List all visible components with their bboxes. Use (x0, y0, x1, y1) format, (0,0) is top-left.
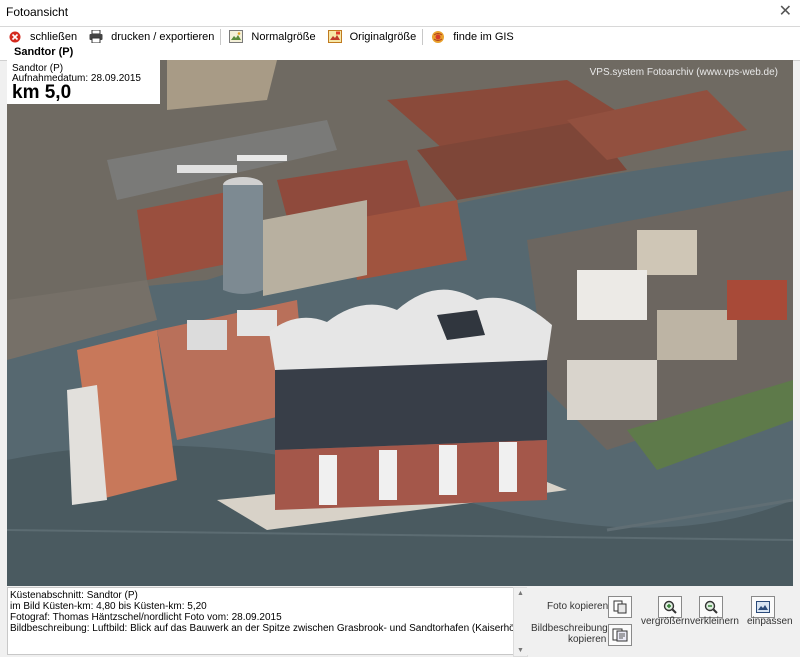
printer-icon (89, 30, 103, 44)
photo-description-box[interactable]: Küstenabschnitt: Sandtor (P) im Bild Küs… (7, 587, 526, 655)
close-label: schließen (30, 30, 78, 43)
normal-size-button[interactable]: Normalgröße (221, 27, 319, 46)
original-size-icon (327, 30, 342, 44)
copy-description-icon (612, 628, 628, 642)
copy-photo-label: Foto kopieren (547, 601, 609, 612)
overlay-km: km 5,0 (12, 82, 72, 103)
close-icon (8, 30, 22, 44)
find-in-gis-button[interactable]: finde im GIS (423, 27, 518, 46)
gis-label: finde im GIS (453, 30, 514, 43)
info-line-description: Bildbeschreibung: Luftbild: Blick auf da… (10, 623, 527, 634)
copy-photo-button[interactable] (608, 596, 632, 618)
zoom-out-label: verkleinern (690, 616, 739, 627)
zoom-out-icon (704, 600, 718, 614)
fit-icon (756, 601, 770, 613)
window-title: Fotoansicht (6, 5, 69, 19)
original-size-label: Originalgröße (349, 30, 417, 43)
info-line-section: Küstenabschnitt: Sandtor (P) (10, 590, 138, 601)
aerial-photo[interactable] (7, 60, 793, 586)
normal-size-label: Normalgröße (251, 30, 316, 43)
info-line-photographer: Fotograf: Thomas Häntzschel/nordlicht Fo… (10, 612, 282, 623)
info-line-km: im Bild Küsten-km: 4,80 bis Küsten-km: 5… (10, 601, 207, 612)
action-panel: Foto kopieren Bildbeschreibung kopieren … (527, 587, 793, 655)
copy-description-label-2: kopieren (568, 634, 607, 645)
fit-button[interactable] (751, 596, 775, 618)
location-bar: Sandtor (P) (0, 46, 800, 61)
copy-description-button[interactable] (608, 624, 632, 646)
gis-icon (431, 30, 445, 44)
aerial-photo-drawing (7, 60, 793, 586)
copy-photo-icon (613, 600, 627, 614)
window-titlebar: Fotoansicht ✕ (0, 0, 800, 27)
scroll-up-icon[interactable]: ▲ (517, 590, 524, 597)
copy-description-label-1: Bildbeschreibung (531, 623, 608, 634)
fit-label: einpassen (747, 616, 793, 627)
print-label: drucken / exportieren (111, 30, 215, 43)
close-button[interactable]: schließen (0, 27, 81, 46)
original-size-button[interactable]: Originalgröße (320, 27, 421, 46)
zoom-in-icon (663, 600, 677, 614)
description-scrollbar[interactable]: ▲ ▼ (513, 587, 528, 657)
location-name: Sandtor (P) (14, 46, 74, 58)
zoom-in-label: vergrößern (641, 616, 690, 627)
close-window-icon[interactable]: ✕ (779, 3, 792, 21)
print-export-button[interactable]: drucken / exportieren (81, 27, 218, 46)
image-icon (229, 30, 244, 44)
zoom-out-button[interactable] (699, 596, 723, 618)
zoom-in-button[interactable] (658, 596, 682, 618)
photo-watermark: VPS.system Fotoarchiv (www.vps-web.de) (589, 67, 778, 78)
toolbar: schließen drucken / exportieren Normalgr… (0, 27, 800, 46)
photo-info-overlay: Sandtor (P) Aufnahmedatum: 28.09.2015 km… (7, 60, 160, 104)
scroll-down-icon[interactable]: ▼ (517, 647, 524, 654)
